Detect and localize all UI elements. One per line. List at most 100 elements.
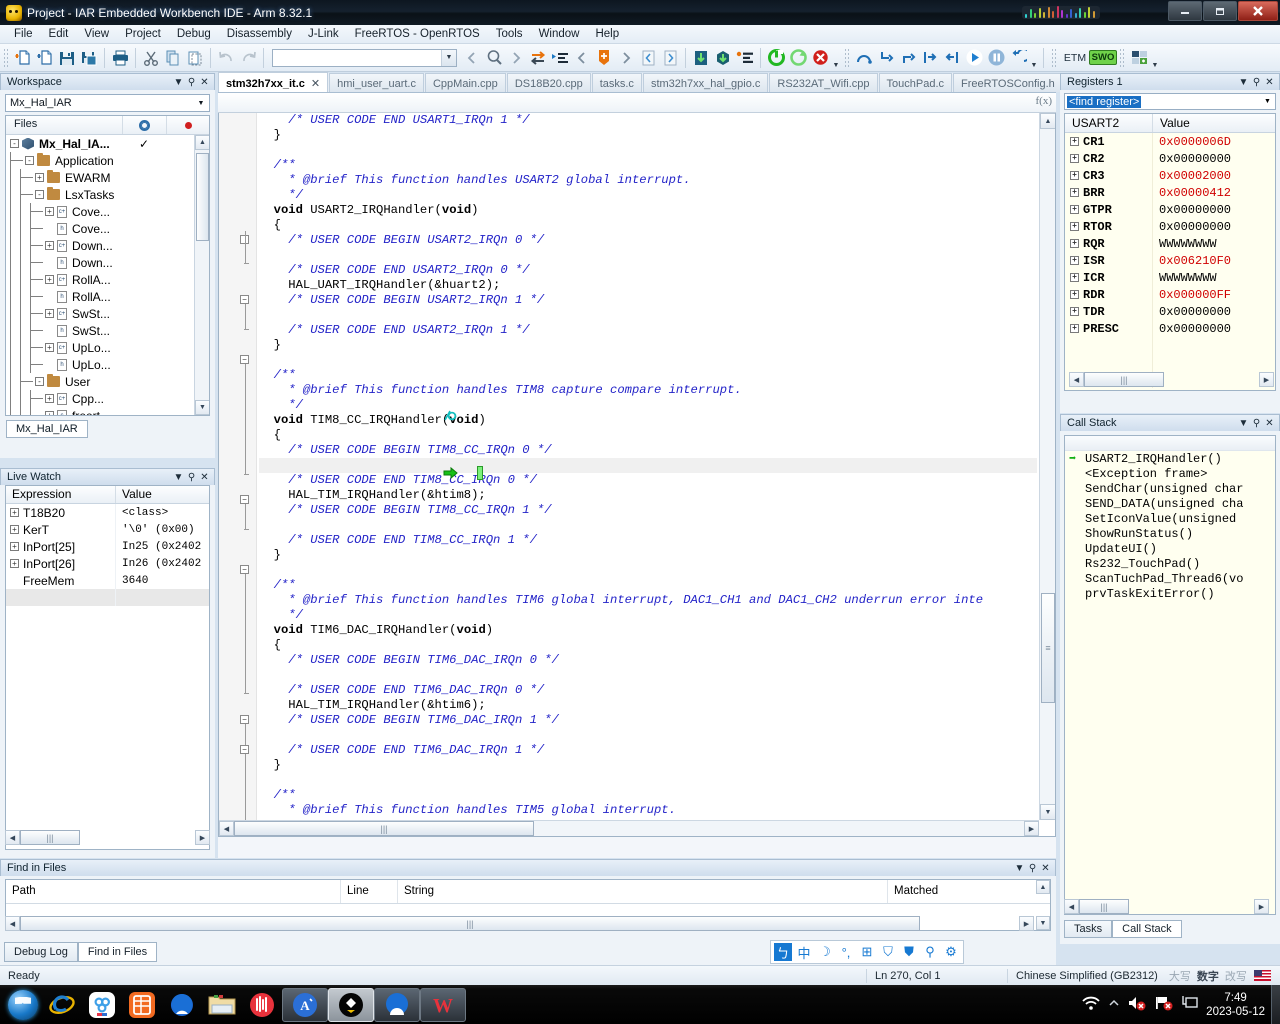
expand-toggle-icon[interactable]: + (1070, 290, 1079, 299)
tree-item[interactable]: h UpLo... (6, 356, 209, 373)
shirt-icon[interactable]: ⛉ (879, 943, 897, 961)
call-stack-row[interactable]: ShowRunStatus() (1065, 526, 1275, 541)
tree-item[interactable]: + c freert... (6, 407, 209, 415)
memory-config-icon[interactable] (1128, 47, 1150, 69)
tree-item[interactable]: h Cove... (6, 220, 209, 237)
quark-browser-icon[interactable] (162, 988, 202, 1022)
scroll-right-icon[interactable]: ▶ (1019, 916, 1034, 931)
pin-icon[interactable]: ⚲ (1250, 417, 1263, 430)
step-out-icon[interactable] (897, 47, 919, 69)
expand-toggle-icon[interactable]: + (10, 525, 19, 534)
moon-icon[interactable]: ☽ (816, 943, 834, 961)
ai-app-icon[interactable]: A (282, 987, 328, 1022)
netease-music-icon[interactable] (242, 988, 282, 1022)
tim-messenger-icon[interactable] (122, 988, 162, 1022)
toolbar-overflow-icon[interactable]: ▼ (831, 47, 841, 69)
360-browser-icon[interactable] (82, 988, 122, 1022)
tree-toggle-icon[interactable]: + (45, 394, 54, 403)
menu-project[interactable]: Project (117, 26, 169, 42)
menu-view[interactable]: View (76, 26, 117, 42)
internet-explorer-icon[interactable] (42, 988, 82, 1022)
settings-icon[interactable]: ⚙ (942, 943, 960, 961)
editor-tab-ds18b20-cpp[interactable]: DS18B20.cpp (506, 73, 591, 92)
new-workspace-icon[interactable] (34, 47, 56, 69)
scrollbar-thumb[interactable]: ||| (234, 821, 534, 836)
tree-item[interactable]: + c+ Down... (6, 237, 209, 254)
expand-toggle-icon[interactable]: + (10, 508, 19, 517)
expand-toggle-icon[interactable]: + (1070, 239, 1079, 248)
next-statement-icon[interactable] (919, 47, 941, 69)
tree-toggle-icon[interactable]: - (25, 156, 34, 165)
bookmark-icon[interactable] (593, 47, 615, 69)
close-icon[interactable]: ✕ (311, 77, 320, 90)
compile-icon[interactable] (690, 47, 712, 69)
function-navigation-bar[interactable]: f(x) (218, 93, 1056, 113)
string-column-header[interactable]: String (398, 880, 888, 903)
fold-toggle-icon[interactable]: − (240, 355, 249, 364)
tree-toggle-icon[interactable]: + (45, 309, 54, 318)
register-row[interactable]: + GTPR 0x00000000 (1065, 201, 1275, 218)
volume-muted-icon[interactable] (1127, 995, 1147, 1014)
find-icon[interactable] (483, 47, 505, 69)
live-watch-row[interactable]: + InPort[25] In25 (0x2402 (6, 538, 209, 555)
run-to-cursor-icon[interactable] (941, 47, 963, 69)
scroll-right-icon[interactable]: ▶ (1259, 372, 1274, 387)
toolbar-grip[interactable] (844, 47, 851, 68)
scrollbar-thumb[interactable]: ||| (20, 830, 80, 845)
scroll-right-icon[interactable]: ▶ (1024, 821, 1039, 836)
us-flag-icon[interactable] (1253, 970, 1271, 981)
register-row[interactable]: + CR1 0x0000006D (1065, 133, 1275, 150)
chevron-down-icon[interactable]: ▼ (193, 95, 209, 111)
live-watch-grid[interactable]: Expression Value + T18B20 <class> + KerT '\0'… (5, 485, 210, 850)
new-document-icon[interactable] (12, 47, 34, 69)
find-in-files-scrollbar[interactable]: ▲ ▼ (1036, 880, 1050, 930)
network-error-icon[interactable] (1154, 995, 1174, 1014)
workspace-tab-mx-hal-iar[interactable]: Mx_Hal_IAR (6, 420, 88, 438)
register-row[interactable]: + PRESC 0x00000000 (1065, 320, 1275, 337)
expand-toggle-icon[interactable]: + (1070, 256, 1079, 265)
tree-item[interactable]: h SwSt... (6, 322, 209, 339)
scroll-right-icon[interactable]: ▶ (195, 830, 210, 845)
fold-toggle-icon[interactable]: − (240, 715, 249, 724)
scroll-up-icon[interactable]: ▲ (1036, 880, 1050, 894)
expand-toggle-icon[interactable]: + (1070, 154, 1079, 163)
editor-vertical-scrollbar[interactable]: ▲ ≡ ▼ (1039, 113, 1055, 820)
clock[interactable]: 7:49 2023-05-12 (1206, 991, 1265, 1019)
menu-file[interactable]: File (6, 26, 41, 42)
scroll-left-icon[interactable]: ◀ (1069, 372, 1084, 387)
scrollbar-thumb[interactable] (196, 153, 209, 241)
navigate-back-icon[interactable] (571, 47, 593, 69)
register-row[interactable]: + RDR 0x000000FF (1065, 286, 1275, 303)
minimize-button[interactable] (1168, 1, 1202, 21)
menu-freertos-openrtos[interactable]: FreeRTOS - OpenRTOS (347, 26, 488, 42)
tree-item[interactable]: h RollA... (6, 288, 209, 305)
expand-toggle-icon[interactable]: + (1070, 171, 1079, 180)
register-row[interactable]: + CR3 0x00002000 (1065, 167, 1275, 184)
go-to-line-icon[interactable] (549, 47, 571, 69)
close-icon[interactable]: ✕ (1263, 417, 1276, 430)
live-watch-row[interactable]: + T18B20 <class> (6, 504, 209, 521)
swo-button[interactable]: SWO (1088, 47, 1118, 69)
reset-icon[interactable] (1007, 47, 1029, 69)
editor-gutter[interactable] (219, 113, 257, 836)
tree-toggle-icon[interactable]: + (45, 411, 54, 415)
find-combo[interactable]: ▼ (272, 48, 457, 67)
scrollbar-thumb[interactable]: ||| (1084, 372, 1164, 387)
scroll-left-icon[interactable]: ◀ (5, 830, 20, 845)
menu-edit[interactable]: Edit (41, 26, 77, 42)
tree-item[interactable]: + c+ UpLo... (6, 339, 209, 356)
etm-button[interactable]: ETM (1060, 47, 1090, 69)
call-stack-row[interactable]: UpdateUI() (1065, 541, 1275, 556)
quark-app-icon[interactable] (374, 987, 420, 1022)
cut-icon[interactable] (140, 47, 162, 69)
download-and-debug-icon[interactable] (765, 47, 787, 69)
find-register-input[interactable]: <find register> (1067, 95, 1142, 108)
tree-toggle-icon[interactable]: + (45, 343, 54, 352)
tree-item[interactable]: + c+ Cove... (6, 203, 209, 220)
previous-bookmark-icon[interactable] (637, 47, 659, 69)
find-register-combo[interactable]: <find register> ▼ (1064, 93, 1276, 110)
debug-overflow-icon[interactable]: ▼ (1029, 47, 1039, 69)
tab-tasks[interactable]: Tasks (1064, 920, 1113, 938)
file-explorer-icon[interactable] (202, 988, 242, 1022)
live-watch-row[interactable] (6, 589, 209, 606)
